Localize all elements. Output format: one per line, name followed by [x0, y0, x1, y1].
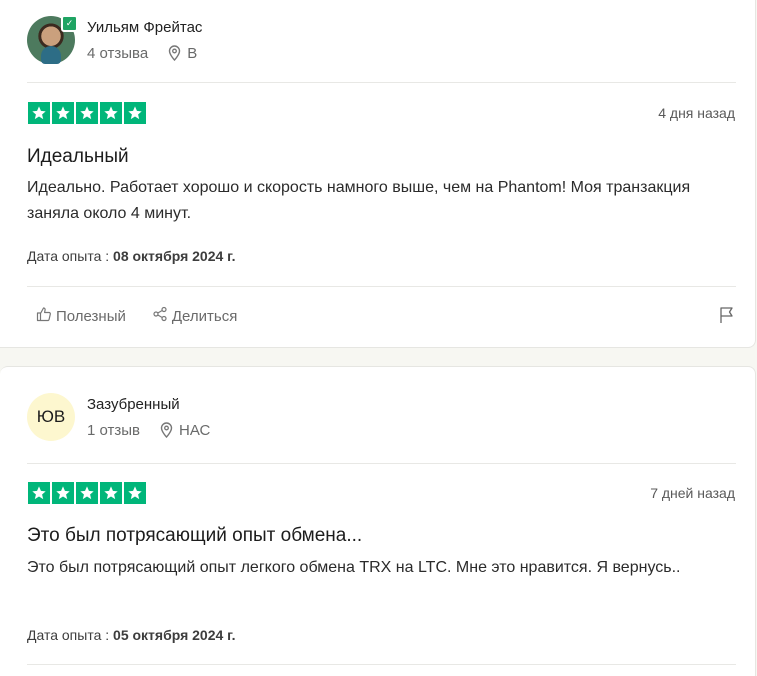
share-label: Делиться — [171, 307, 238, 325]
star-icon — [28, 482, 50, 504]
avatar[interactable]: ЮВ — [27, 393, 75, 441]
experience-label: Дата опыта : — [27, 248, 110, 264]
review-date: 4 дня назад — [658, 105, 735, 121]
review-title[interactable]: Это был потрясающий опыт обмена... — [27, 525, 362, 547]
review-card: ✓ Уильям Фрейтас 4 отзыва В 4 дня назад … — [0, 0, 756, 348]
location-pin-icon — [168, 45, 181, 61]
star-icon — [100, 102, 122, 124]
thumbs-up-icon — [36, 306, 52, 326]
review-title[interactable]: Идеальный — [27, 146, 129, 168]
star-icon — [28, 102, 50, 124]
report-flag-icon[interactable] — [719, 306, 735, 329]
review-count: 1 отзыв — [87, 421, 141, 439]
review-count: 4 отзыва — [87, 44, 149, 62]
share-icon — [152, 306, 168, 326]
reviewer-header: ЮВ Зазубренный 1 отзыв НАС — [27, 393, 210, 441]
star-icon — [76, 482, 98, 504]
review-body: Идеально. Работает хорошо и скорость нам… — [27, 179, 691, 222]
reviewer-header: ✓ Уильям Фрейтас 4 отзыва В — [27, 15, 202, 64]
reviewer-location: НАС — [179, 421, 211, 439]
star-icon — [52, 102, 74, 124]
avatar[interactable]: ✓ — [27, 15, 78, 64]
experience-date: Дата опыта : 05 октября 2024 г. — [27, 627, 236, 643]
share-button[interactable]: Делиться — [152, 306, 237, 326]
star-icon — [52, 482, 74, 504]
useful-button[interactable]: Полезный — [36, 306, 126, 326]
experience-date-value: 08 октября 2024 г. — [113, 248, 236, 264]
reviewer-name[interactable]: Уильям Фрейтас — [87, 19, 202, 36]
divider — [27, 463, 736, 464]
verified-badge-icon: ✓ — [61, 15, 78, 32]
useful-label: Полезный — [56, 307, 126, 325]
star-icon — [124, 482, 146, 504]
star-rating — [28, 482, 146, 504]
review-body: Это был потрясающий опыт легкого обмена … — [27, 559, 681, 576]
review-card: ЮВ Зазубренный 1 отзыв НАС 7 дней назад … — [0, 366, 756, 676]
star-icon — [100, 482, 122, 504]
review-actions: Полезный Делиться — [36, 306, 237, 326]
divider — [27, 664, 736, 665]
divider — [27, 82, 736, 83]
review-date: 7 дней назад — [650, 485, 735, 501]
experience-date: Дата опыта : 08 октября 2024 г. — [27, 248, 236, 264]
experience-label: Дата опыта : — [27, 627, 110, 643]
divider — [27, 286, 736, 287]
reviewer-name[interactable]: Зазубренный — [87, 396, 210, 413]
star-rating — [28, 102, 146, 124]
location-pin-icon — [160, 422, 173, 438]
reviewer-location: В — [187, 44, 198, 62]
experience-date-value: 05 октября 2024 г. — [113, 627, 236, 643]
star-icon — [76, 102, 98, 124]
star-icon — [124, 102, 146, 124]
